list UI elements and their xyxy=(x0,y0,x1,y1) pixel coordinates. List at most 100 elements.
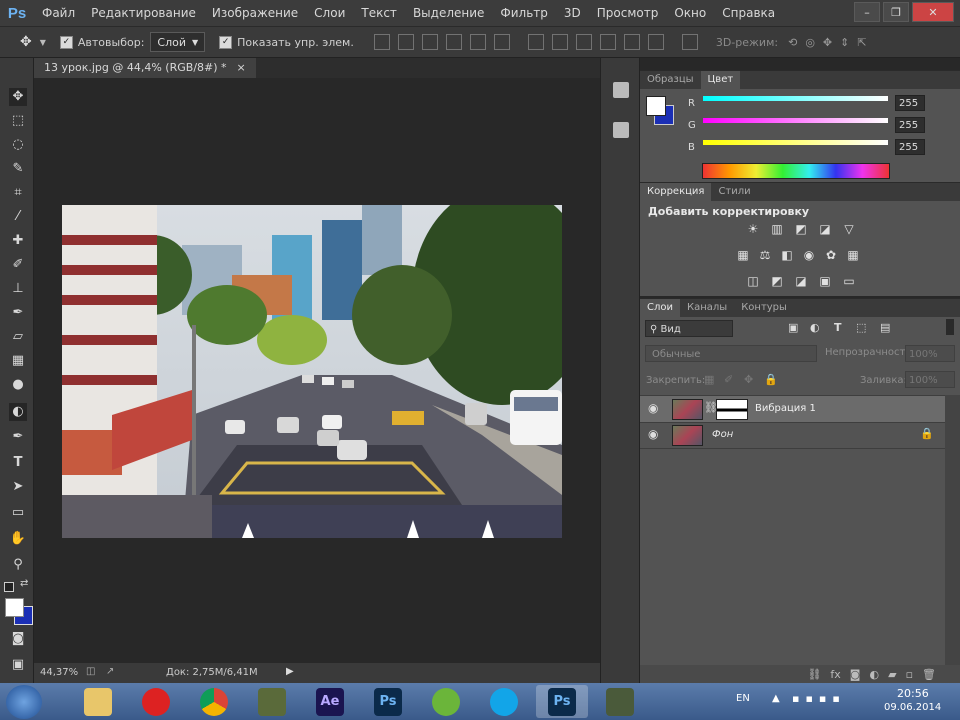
move-tool-icon[interactable]: ✥ xyxy=(20,34,32,50)
roll-3d-icon[interactable]: ◎ xyxy=(805,36,815,49)
scale-3d-icon[interactable]: ⇱ xyxy=(857,36,866,49)
tray-expand-icon[interactable]: ▲ xyxy=(772,693,780,704)
menu-file[interactable]: Файл xyxy=(34,0,83,26)
taskbar-skype[interactable] xyxy=(478,685,530,718)
taskbar-app-recorder[interactable] xyxy=(594,685,646,718)
lock-transparent-icon[interactable]: ▦ xyxy=(704,373,714,386)
marquee-tool-icon[interactable]: ⬚ xyxy=(9,112,27,130)
lock-all-icon[interactable]: 🔒 xyxy=(764,373,778,386)
red-slider[interactable] xyxy=(703,96,888,101)
new-layer-icon[interactable]: ▫ xyxy=(906,665,913,684)
rotate-3d-icon[interactable]: ⟲ xyxy=(788,36,797,49)
filter-shape-icon[interactable]: ⬚ xyxy=(856,321,866,334)
taskbar-photoshop[interactable]: Ps xyxy=(362,685,414,718)
status-share-icon[interactable]: ↗ xyxy=(106,666,114,677)
link-layers-icon[interactable]: ⛓ xyxy=(807,665,821,684)
layer-name[interactable]: Вибрация 1 xyxy=(755,403,816,414)
swap-colors-icon[interactable]: ⇄ xyxy=(20,578,28,589)
black-white-icon[interactable]: ◧ xyxy=(780,249,794,262)
posterize-icon[interactable]: ◩ xyxy=(770,275,784,288)
close-icon[interactable]: × xyxy=(237,58,246,78)
add-mask-icon[interactable]: ◙ xyxy=(850,665,861,684)
distribute-hcenter-icon[interactable] xyxy=(623,34,640,50)
tab-adjustments[interactable]: Коррекция xyxy=(640,183,712,201)
menu-view[interactable]: Просмотр xyxy=(589,0,667,26)
clock-time[interactable]: 20:56 xyxy=(897,687,929,700)
selective-color-icon[interactable]: ▣ xyxy=(818,275,832,288)
gradient-map-icon[interactable]: ▭ xyxy=(842,275,856,288)
blue-value[interactable]: 255 xyxy=(895,139,925,155)
lasso-tool-icon[interactable]: ◌ xyxy=(9,136,27,154)
new-adjustment-icon[interactable]: ◐ xyxy=(869,665,879,684)
rectangle-tool-icon[interactable]: ▭ xyxy=(9,504,27,522)
crop-tool-icon[interactable]: ⌗ xyxy=(9,184,27,202)
quick-mask-icon[interactable]: ◙ xyxy=(9,630,27,648)
blue-slider[interactable] xyxy=(703,140,888,145)
language-indicator[interactable]: EN xyxy=(736,693,750,704)
eye-icon[interactable]: ◉ xyxy=(648,427,658,441)
status-menu-arrow-icon[interactable]: ▶ xyxy=(286,666,294,677)
menu-image[interactable]: Изображение xyxy=(204,0,306,26)
auto-align-icon[interactable] xyxy=(681,34,698,50)
green-slider[interactable] xyxy=(703,118,888,123)
tab-swatches[interactable]: Образцы xyxy=(640,71,701,89)
path-select-tool-icon[interactable]: ➤ xyxy=(9,478,27,496)
restore-button[interactable]: ❐ xyxy=(883,2,909,22)
menu-window[interactable]: Окно xyxy=(666,0,714,26)
lock-position-icon[interactable]: ✥ xyxy=(744,373,753,386)
eyedropper-tool-icon[interactable]: ⁄ xyxy=(9,208,27,226)
align-top-icon[interactable] xyxy=(373,34,390,50)
layer-style-icon[interactable]: fx xyxy=(830,665,840,684)
menu-help[interactable]: Справка xyxy=(714,0,783,26)
eye-icon[interactable]: ◉ xyxy=(648,401,658,415)
quick-select-tool-icon[interactable]: ✎ xyxy=(9,160,27,178)
healing-brush-tool-icon[interactable]: ✚ xyxy=(9,232,27,250)
menu-edit[interactable]: Редактирование xyxy=(83,0,204,26)
align-bottom-icon[interactable] xyxy=(421,34,438,50)
align-right-icon[interactable] xyxy=(493,34,510,50)
filter-smart-object-icon[interactable]: ▤ xyxy=(880,321,890,334)
taskbar-opera[interactable] xyxy=(130,685,182,718)
color-balance-icon[interactable]: ⚖ xyxy=(758,249,772,262)
menu-3d[interactable]: 3D xyxy=(556,0,589,26)
default-colors-icon[interactable] xyxy=(4,582,14,592)
dodge-tool-icon[interactable]: ◐ xyxy=(9,403,27,421)
menu-layers[interactable]: Слои xyxy=(306,0,353,26)
distribute-bottom-icon[interactable] xyxy=(575,34,592,50)
drag-3d-icon[interactable]: ✥ xyxy=(823,36,832,49)
filter-toggle-icon[interactable] xyxy=(946,319,954,335)
eraser-tool-icon[interactable]: ▱ xyxy=(9,328,27,346)
red-value[interactable]: 255 xyxy=(895,95,925,111)
foreground-color-swatch[interactable] xyxy=(5,598,24,617)
autoselect-select[interactable]: Слой ▼ xyxy=(150,32,206,52)
taskbar-utorrent[interactable] xyxy=(420,685,472,718)
actions-icon[interactable] xyxy=(613,122,629,138)
history-icon[interactable] xyxy=(613,82,629,98)
slide-3d-icon[interactable]: ⇕ xyxy=(840,36,849,49)
align-hcenter-icon[interactable] xyxy=(469,34,486,50)
opacity-input[interactable]: 100% xyxy=(905,345,955,362)
tab-color[interactable]: Цвет xyxy=(700,71,741,89)
gradient-tool-icon[interactable]: ▦ xyxy=(9,352,27,370)
lock-pixels-icon[interactable]: ✐ xyxy=(724,373,733,386)
taskbar-photoshop-active[interactable]: Ps xyxy=(536,685,588,718)
hue-saturation-icon[interactable]: ▦ xyxy=(736,249,750,262)
close-button[interactable]: ✕ xyxy=(912,2,954,22)
menu-select[interactable]: Выделение xyxy=(405,0,492,26)
hand-tool-icon[interactable]: ✋ xyxy=(9,530,27,548)
taskbar-chrome[interactable] xyxy=(188,685,240,718)
photo-filter-icon[interactable]: ◉ xyxy=(802,249,816,262)
layer-row[interactable]: ◉ ⛓ Вибрация 1 xyxy=(640,396,945,423)
distribute-right-icon[interactable] xyxy=(647,34,664,50)
layer-name[interactable]: Фон xyxy=(712,429,733,440)
taskbar-app-viewer[interactable] xyxy=(246,685,298,718)
levels-icon[interactable]: ▥ xyxy=(770,223,784,236)
taskbar-explorer[interactable] xyxy=(72,685,124,718)
status-cloud-icon[interactable]: ◫ xyxy=(86,666,95,677)
vibrance-icon[interactable]: ▽ xyxy=(842,223,856,236)
threshold-icon[interactable]: ◪ xyxy=(794,275,808,288)
zoom-tool-icon[interactable]: ⚲ xyxy=(9,556,27,574)
brightness-contrast-icon[interactable]: ☀ xyxy=(746,223,760,236)
screen-mode-icon[interactable]: ▣ xyxy=(9,656,27,674)
show-transform-checkbox[interactable]: ✓ xyxy=(219,35,233,49)
